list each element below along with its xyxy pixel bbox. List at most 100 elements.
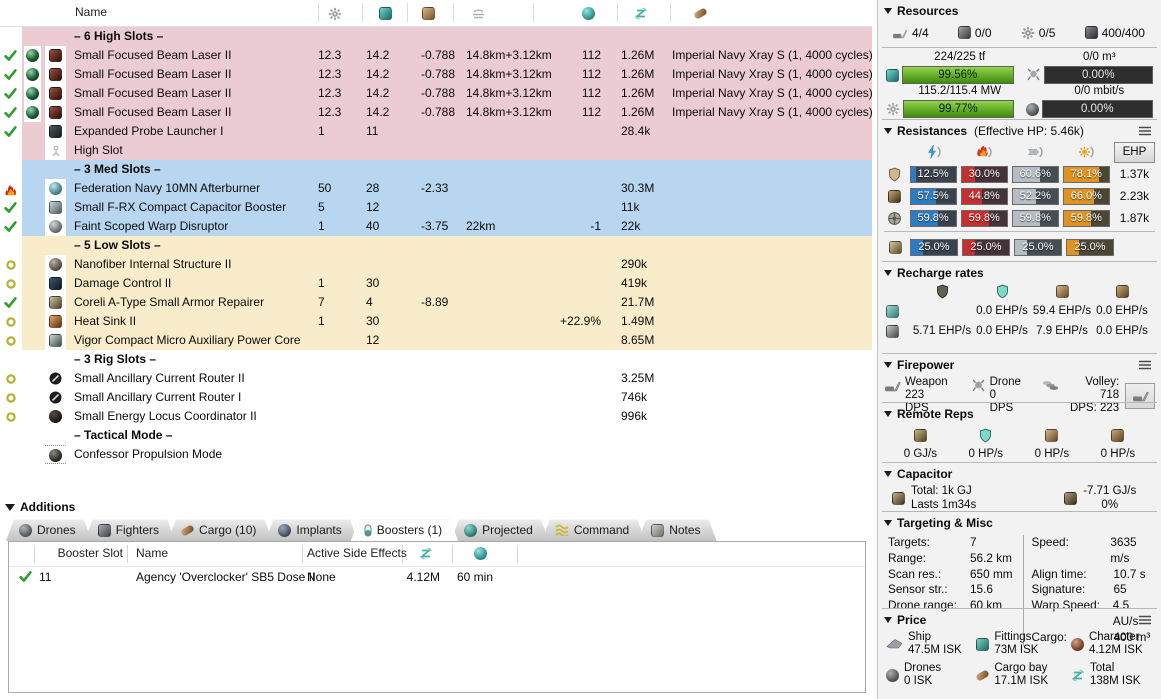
resource-bar: 99.77% [903, 100, 1014, 118]
price-value: 22k [621, 219, 641, 233]
module-row[interactable]: Vigor Compact Micro Auxiliary Power Core… [0, 331, 872, 350]
remote-rep-item: 0 HP/s [1101, 426, 1135, 460]
module-row[interactable]: Small Focused Beam Laser II 12.3 14.2 -0.78… [0, 65, 873, 84]
module-row[interactable]: Small Ancillary Current Router I 746k [0, 388, 872, 407]
menu-icon[interactable] [1139, 613, 1151, 627]
module-row[interactable]: Confessor Propulsion Mode [0, 445, 872, 464]
module-row[interactable]: Expanded Probe Launcher I 1 11 28.4k [0, 122, 872, 141]
column-header-duration-icon[interactable] [474, 544, 487, 563]
menu-icon[interactable] [1139, 124, 1151, 138]
fitting-rows: – 6 High Slots – Small Focused Beam Laser… [0, 27, 873, 464]
active-check-icon[interactable] [2, 65, 19, 84]
capacitor-total-lines: Total: 1k GJ Lasts 1m34s [911, 484, 976, 512]
misc-value: 112 [581, 105, 601, 119]
passive-ring-icon[interactable] [2, 388, 19, 407]
module-row[interactable]: Small Focused Beam Laser II 12.3 14.2 -0.78… [0, 103, 873, 122]
side-effects-value: None [307, 570, 336, 584]
module-row[interactable]: Small Focused Beam Laser II 12.3 14.2 -0.78… [0, 84, 873, 103]
tab-fighters[interactable]: Fighters [85, 519, 175, 541]
column-header-powergrid-icon[interactable] [326, 4, 344, 23]
tab-label: Drones [37, 523, 76, 537]
active-check-icon [4, 103, 17, 122]
afterburner-icon [49, 179, 62, 198]
firepower-section: Firepower Weapon 223 DPS Drone 0 DPS Volley: … [878, 354, 1161, 414]
active-check-icon[interactable] [19, 567, 32, 588]
shield-boost-icon [995, 282, 1010, 301]
ehp-value: 1.87k [1119, 211, 1150, 225]
tab-drones[interactable]: Drones [6, 519, 92, 541]
recharge-value: 0.0 EHP/s [976, 325, 1028, 337]
module-row[interactable]: Coreli A-Type Small Armor Repairer 7 4 -8.8… [0, 293, 872, 312]
column-header-price-icon[interactable] [419, 544, 433, 563]
collapse-arrow-icon[interactable] [884, 269, 892, 276]
additions-title: Additions [5, 500, 75, 514]
section-subtitle: (Effective HP: 5.46k) [974, 123, 1084, 138]
active-check-icon[interactable] [2, 46, 19, 65]
collapse-arrow-icon[interactable] [884, 616, 892, 623]
stat-label: Targets: [888, 535, 930, 549]
module-row[interactable]: Small Ancillary Current Router II 3.25M [0, 369, 872, 388]
menu-icon[interactable] [1139, 358, 1151, 372]
module-icon-slot [45, 179, 66, 198]
price-value: 0 ISK [904, 675, 933, 687]
module-row[interactable]: Damage Control II 1 30 419k [0, 274, 872, 293]
collapse-arrow-icon[interactable] [884, 410, 892, 417]
tab-cargo-10[interactable]: Cargo (10) [168, 519, 272, 541]
column-header-name[interactable]: Name [75, 5, 107, 19]
tab-command[interactable]: Command [542, 519, 645, 541]
launcher-hardpoint-icon [957, 23, 971, 42]
module-row[interactable]: Faint Scoped Warp Disruptor 1 40 -3.75 22km -… [0, 217, 872, 236]
laser-module-icon [49, 65, 62, 84]
column-header-price-icon[interactable] [632, 4, 650, 23]
column-header-booster-slot[interactable]: Booster Slot [39, 546, 123, 560]
price-value: 8.65M [621, 333, 655, 347]
column-header-cpu-icon[interactable] [376, 4, 394, 23]
passive-ring-icon[interactable] [2, 274, 19, 293]
active-check-icon[interactable] [2, 198, 19, 217]
active-check-icon[interactable] [2, 103, 19, 122]
column-header-capacitor-usage-icon[interactable] [419, 4, 437, 23]
collapse-arrow-icon[interactable] [884, 127, 892, 134]
ehp-button[interactable]: EHP [1113, 141, 1156, 163]
module-name: Damage Control II [74, 276, 172, 290]
active-check-icon[interactable] [2, 84, 19, 103]
passive-ring-icon[interactable] [2, 312, 19, 331]
collapse-arrow-icon[interactable] [884, 519, 892, 526]
recharge-row: 0.0 EHP/s 59.4 EHP/s 0.0 EHP/s [884, 301, 1155, 321]
module-row[interactable]: Federation Navy 10MN Afterburner 50 28 -2.3… [0, 179, 872, 198]
collapse-arrow-icon[interactable] [5, 503, 15, 511]
column-separator [533, 3, 534, 22]
booster-row[interactable]: 11 Agency 'Overclocker' SB5 Dose II None 4.… [9, 567, 865, 588]
module-row[interactable]: High Slot [0, 141, 872, 160]
tab-boosters-1[interactable]: Boosters (1) [351, 519, 458, 541]
module-row[interactable]: Small Focused Beam Laser II 12.3 14.2 -0.78… [0, 46, 873, 65]
capacitor-delta-lines: -7.71 GJ/s 0% [1083, 484, 1136, 512]
collapse-arrow-icon[interactable] [884, 361, 892, 368]
collapse-arrow-icon[interactable] [884, 470, 892, 477]
module-row[interactable]: Heat Sink II 1 30 +22.9% 1.49M [0, 312, 872, 331]
active-check-icon[interactable] [2, 293, 19, 312]
resource-slot: 4/4 [892, 23, 929, 42]
overheated-flames-icon[interactable] [2, 179, 19, 198]
resource-slots-row: 4/4 0/0 0/5 400/400 [878, 19, 1161, 44]
tab-projected[interactable]: Projected [451, 519, 549, 541]
passive-ring-icon[interactable] [2, 331, 19, 350]
column-header-name[interactable]: Name [136, 546, 168, 560]
passive-ring-icon[interactable] [2, 407, 19, 426]
column-header-range-icon[interactable] [469, 4, 487, 23]
collapse-arrow-icon[interactable] [884, 7, 892, 14]
column-header-ammo-icon[interactable] [691, 4, 709, 23]
active-check-icon[interactable] [2, 122, 19, 141]
passive-ring-icon[interactable] [2, 255, 19, 274]
tab-implants[interactable]: Implants [265, 519, 357, 541]
column-header-active-side-effects[interactable]: Active Side Effects [307, 546, 407, 560]
passive-ring-icon[interactable] [2, 369, 19, 388]
resource-slot: 0/5 [1021, 23, 1055, 42]
section-title-label: Resources [897, 3, 959, 18]
active-check-icon[interactable] [2, 217, 19, 236]
module-row[interactable]: Small F-RX Compact Capacitor Booster 5 12 1… [0, 198, 872, 217]
tab-notes[interactable]: Notes [638, 519, 716, 541]
column-header-misc-icon[interactable] [579, 4, 597, 23]
module-row[interactable]: Small Energy Locus Coordinator II 996k [0, 407, 872, 426]
module-row[interactable]: Nanofiber Internal Structure II 290k [0, 255, 872, 274]
